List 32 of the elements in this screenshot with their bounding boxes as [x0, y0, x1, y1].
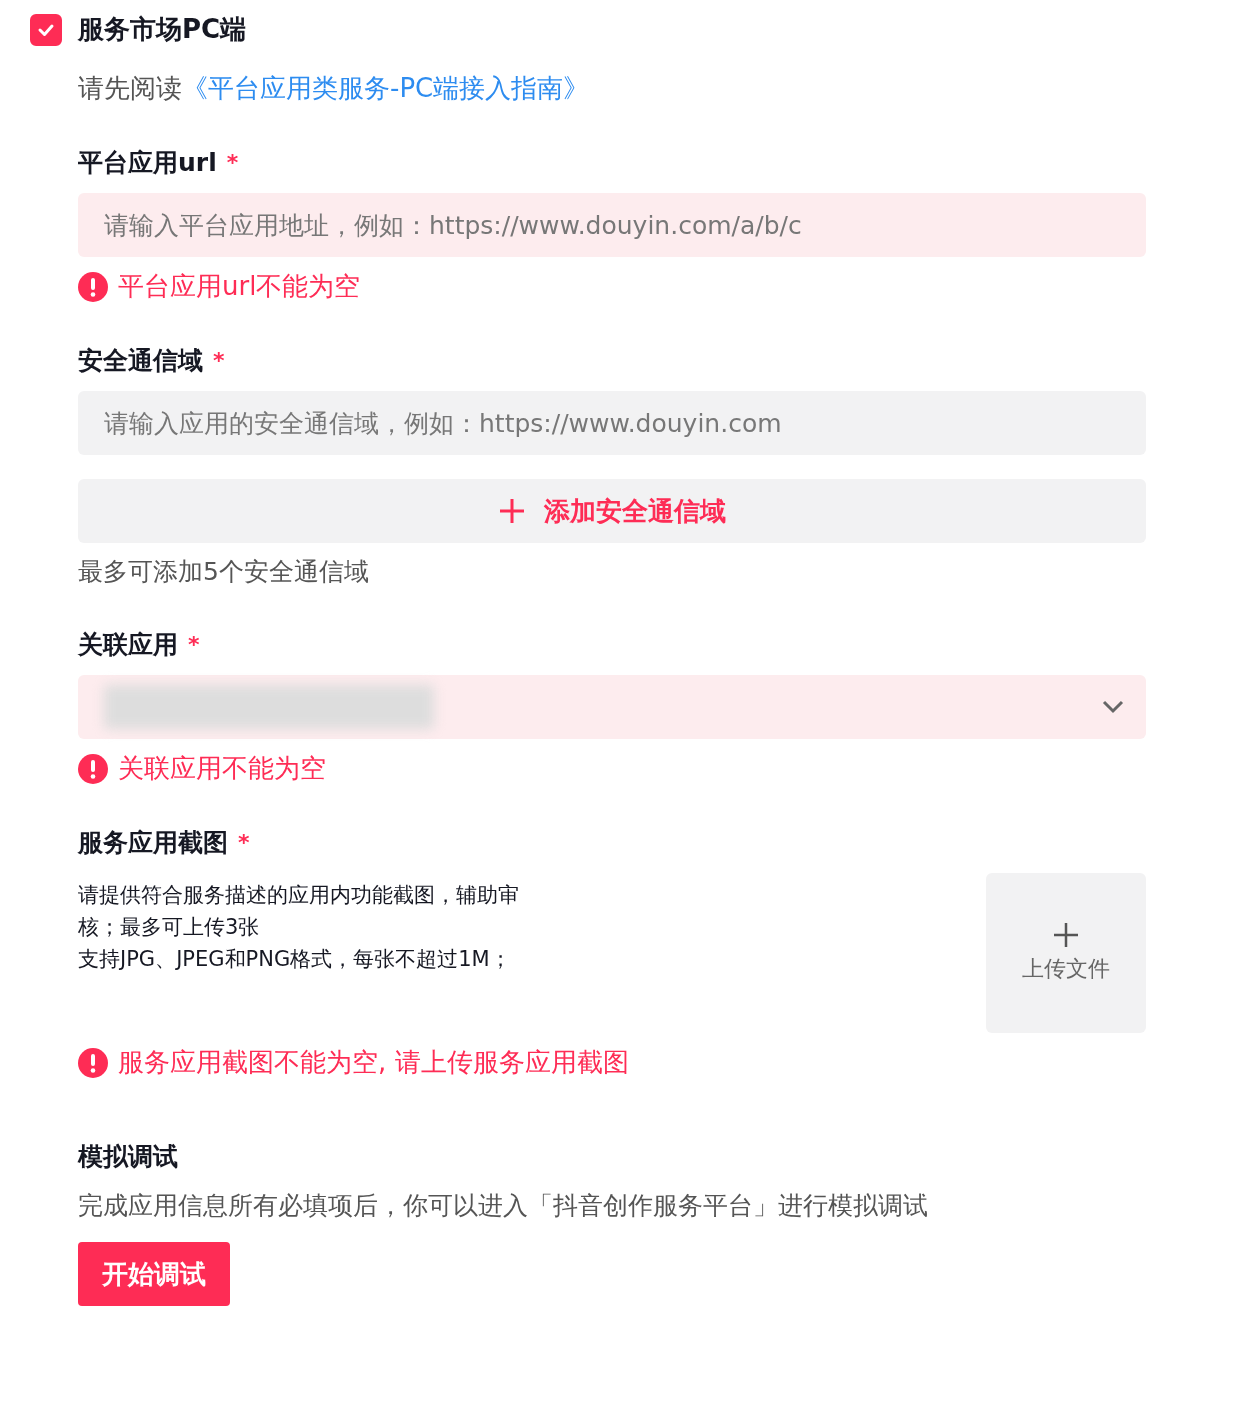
required-mark: *	[226, 150, 239, 175]
field-label: 关联应用	[78, 629, 178, 661]
start-debug-button[interactable]: 开始调试	[78, 1242, 230, 1306]
guide-text: 请先阅读《平台应用类服务-PC端接入指南》	[78, 72, 591, 105]
chevron-down-icon	[1102, 700, 1124, 714]
required-mark: *	[213, 348, 225, 373]
error-message: 关联应用不能为空	[118, 752, 326, 785]
input-field[interactable]: 请输入应用的安全通信域，例如：https://www.douyin.com	[78, 391, 1146, 455]
error-message: 服务应用截图不能为空, 请上传服务应用截图	[118, 1046, 629, 1079]
select-field[interactable]	[78, 675, 1146, 739]
guide-link[interactable]: 《平台应用类服务-PC端接入指南》	[182, 73, 590, 103]
hint-text: 最多可添加5个安全通信域	[78, 556, 370, 588]
field-label: 平台应用url	[78, 147, 217, 179]
error-message: 平台应用url不能为空	[118, 270, 361, 303]
upload-button[interactable]: 上传文件	[986, 873, 1146, 1033]
debug-description: 完成应用信息所有必填项后，你可以进入「抖音创作服务平台」进行模拟调试	[78, 1190, 929, 1222]
description-text: 请提供符合服务描述的应用内功能截图，辅助审核；最多可上传3张	[78, 882, 520, 941]
section-heading: 模拟调试	[78, 1141, 179, 1173]
error-icon	[78, 271, 108, 302]
section-title: 服务市场PC端	[78, 13, 247, 46]
required-mark: *	[238, 830, 250, 855]
required-mark: *	[188, 632, 200, 657]
field-label: 服务应用截图	[78, 827, 228, 859]
description-text: 支持JPG、JPEG和PNG格式，每张不超过1M；	[78, 946, 512, 973]
plus-icon	[498, 497, 526, 525]
input-field[interactable]: 请输入平台应用地址，例如：https://www.douyin.com/a/b/c	[78, 193, 1146, 257]
add-domain-button[interactable]: 添加安全通信域	[78, 479, 1146, 543]
plus-icon	[1053, 922, 1079, 948]
error-icon	[78, 753, 108, 784]
checkbox[interactable]	[30, 13, 62, 46]
field-label: 安全通信域	[78, 345, 203, 377]
error-icon	[78, 1047, 108, 1078]
